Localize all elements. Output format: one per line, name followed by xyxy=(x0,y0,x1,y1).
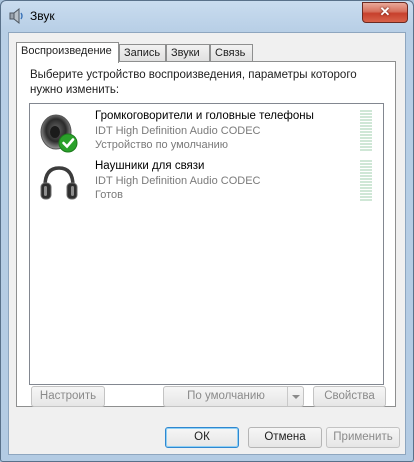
cancel-button[interactable]: Отмена xyxy=(248,427,322,448)
tab-sounds[interactable]: Звуки xyxy=(166,44,210,61)
set-default-button[interactable]: По умолчанию xyxy=(163,386,304,407)
playback-panel: Выберите устройство воспроизведения, пар… xyxy=(16,61,396,407)
ok-button[interactable]: ОК xyxy=(165,427,239,448)
configure-button[interactable]: Настроить xyxy=(31,386,105,407)
dialog-body: Воспроизведение Запись Звуки Связь Выбер… xyxy=(8,32,406,455)
tab-communications[interactable]: Связь xyxy=(210,44,253,61)
check-icon xyxy=(58,133,78,153)
headphones-icon xyxy=(40,166,78,200)
close-button[interactable]: ✕ xyxy=(362,2,408,23)
speaker-app-icon xyxy=(9,8,23,24)
device-item-headset[interactable]: Наушники для связи IDT High Definition A… xyxy=(30,158,383,204)
tab-recording[interactable]: Запись xyxy=(119,44,166,61)
device-status: Устройство по умолчанию xyxy=(95,139,229,151)
device-name: Наушники для связи xyxy=(95,160,205,172)
device-name: Громкоговорители и головные телефоны xyxy=(95,110,314,122)
speaker-icon xyxy=(40,114,78,153)
tab-playback[interactable]: Воспроизведение xyxy=(16,42,119,63)
instruction-text: Выберите устройство воспроизведения, пар… xyxy=(30,69,357,96)
level-meter xyxy=(360,110,372,154)
device-list[interactable]: Громкоговорители и головные телефоны IDT… xyxy=(29,103,384,385)
sound-dialog: Звук ✕ Воспроизведение Запись Звуки Связ… xyxy=(0,0,414,462)
window-title: Звук xyxy=(30,9,55,23)
device-driver: IDT High Definition Audio CODEC xyxy=(95,175,261,187)
set-default-label: По умолчанию xyxy=(187,390,265,402)
apply-button[interactable]: Применить xyxy=(326,427,400,448)
level-meter xyxy=(360,160,372,204)
properties-button[interactable]: Свойства xyxy=(313,386,386,407)
device-item-speakers[interactable]: Громкоговорители и головные телефоны IDT… xyxy=(30,108,383,154)
chevron-down-icon[interactable] xyxy=(287,387,303,406)
device-driver: IDT High Definition Audio CODEC xyxy=(95,125,261,137)
title-bar[interactable]: Звук ✕ xyxy=(1,1,413,31)
device-status: Готов xyxy=(95,189,123,201)
